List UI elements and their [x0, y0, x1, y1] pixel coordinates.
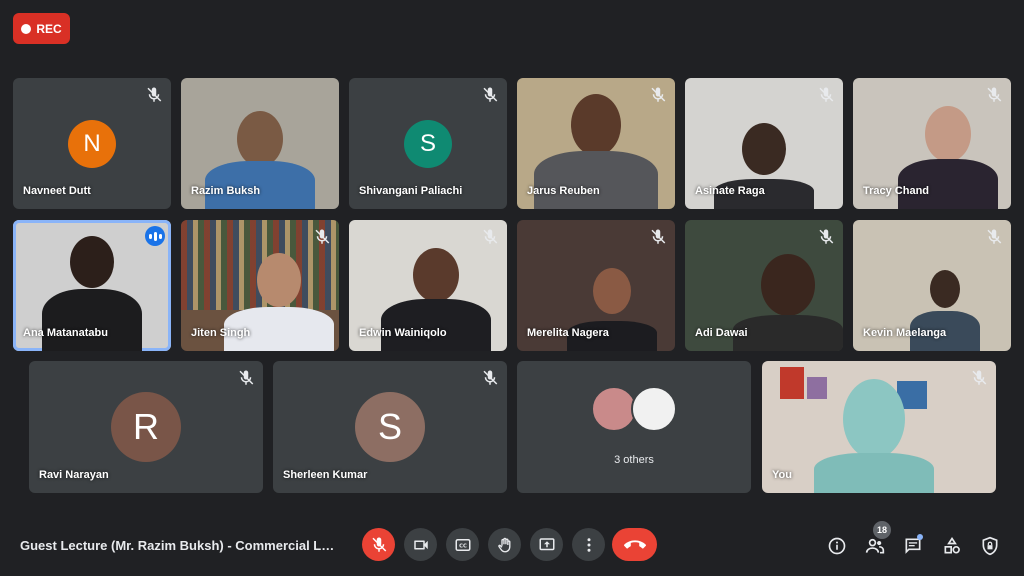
participant-name: Kevin Maelanga — [863, 327, 947, 339]
present-icon — [539, 537, 554, 550]
camera-button[interactable] — [404, 528, 437, 561]
shield-lock-icon — [982, 536, 998, 556]
others-tile[interactable]: 3 others — [517, 361, 751, 493]
activities-icon — [944, 536, 960, 554]
meeting-details-button[interactable] — [825, 534, 849, 558]
avatar: S — [355, 392, 425, 462]
participant-name: Razim Buksh — [191, 185, 261, 197]
avatar: S — [404, 120, 452, 168]
participant-name: Adi Dawai — [695, 327, 748, 339]
mic-off-icon — [651, 87, 666, 102]
raise-hand-button[interactable] — [488, 528, 521, 561]
recording-label: REC — [36, 21, 62, 36]
participant-name: Edwin Wainiqolo — [359, 327, 447, 339]
people-icon — [865, 538, 885, 554]
participant-tile-ravi[interactable]: R Ravi Narayan — [29, 361, 263, 493]
participant-name: Shivangani Paliachi — [359, 185, 463, 197]
mic-off-icon — [987, 229, 1002, 244]
participant-tile-kevin[interactable]: Kevin Maelanga — [853, 220, 1011, 351]
video-feed — [814, 375, 935, 493]
end-call-button[interactable] — [612, 528, 657, 561]
avatar: N — [68, 120, 116, 168]
participant-tile-shivangani[interactable]: S Shivangani Paliachi — [349, 78, 507, 209]
mic-off-icon — [819, 87, 834, 102]
bottom-bar: Guest Lecture (Mr. Razim Buksh) - Commer… — [0, 516, 1024, 576]
participant-name: Navneet Dutt — [23, 185, 91, 197]
chat-notification-dot — [917, 534, 923, 540]
participant-tile-jarus[interactable]: Jarus Reuben — [517, 78, 675, 209]
host-controls-button[interactable] — [978, 534, 1002, 558]
participant-name: Asinate Raga — [695, 185, 765, 197]
participant-tile-navneet[interactable]: N Navneet Dutt — [13, 78, 171, 209]
participant-count-badge: 18 — [873, 521, 891, 539]
meeting-title: Guest Lecture (Mr. Razim Buksh) - Commer… — [20, 538, 338, 553]
participant-tile-you[interactable]: You — [762, 361, 996, 493]
participant-tile-merelita[interactable]: Merelita Nagera — [517, 220, 675, 351]
participant-name: Jiten Singh — [191, 327, 251, 339]
mic-off-icon — [819, 229, 834, 244]
mic-off-icon — [239, 370, 254, 385]
participant-tile-asinate[interactable]: Asinate Raga — [685, 78, 843, 209]
present-button[interactable] — [530, 528, 563, 561]
participant-name: Sherleen Kumar — [283, 469, 368, 481]
participant-tile-sherleen[interactable]: S Sherleen Kumar — [273, 361, 507, 493]
microphone-button[interactable] — [362, 528, 395, 561]
others-label: 3 others — [614, 454, 654, 466]
more-options-icon — [587, 537, 590, 552]
recording-badge: REC — [13, 13, 70, 44]
mic-off-icon — [147, 87, 162, 102]
activities-button[interactable] — [940, 534, 964, 558]
avatar — [631, 386, 677, 432]
camera-icon — [413, 540, 428, 549]
mic-off-icon — [483, 229, 498, 244]
participant-name: Ana Matanatabu — [23, 327, 108, 339]
participant-name: Ravi Narayan — [39, 469, 109, 481]
participant-name: You — [772, 469, 792, 481]
record-dot-icon — [21, 23, 32, 34]
captions-icon: CC — [455, 538, 470, 551]
mic-off-icon — [315, 229, 330, 244]
microphone-off-icon — [371, 537, 386, 552]
mic-off-icon — [483, 370, 498, 385]
participant-tile-adi[interactable]: Adi Dawai — [685, 220, 843, 351]
speaking-indicator-icon — [145, 226, 165, 246]
info-icon — [828, 537, 846, 555]
participant-name: Merelita Nagera — [527, 327, 609, 339]
mic-off-icon — [483, 87, 498, 102]
participant-name: Jarus Reuben — [527, 185, 600, 197]
raise-hand-icon — [497, 537, 510, 552]
svg-text:CC: CC — [459, 543, 467, 549]
others-avatars — [591, 386, 677, 432]
participant-tile-jiten[interactable]: Jiten Singh — [181, 220, 339, 351]
participant-tile-tracy[interactable]: Tracy Chand — [853, 78, 1011, 209]
participant-tile-ana[interactable]: Ana Matanatabu — [13, 220, 171, 351]
end-call-icon — [623, 539, 646, 548]
mic-off-icon — [987, 87, 1002, 102]
participant-tile-edwin[interactable]: Edwin Wainiqolo — [349, 220, 507, 351]
participant-tile-razim[interactable]: Razim Buksh — [181, 78, 339, 209]
mic-off-icon — [651, 229, 666, 244]
avatar: R — [111, 392, 181, 462]
participant-name: Tracy Chand — [863, 185, 930, 197]
captions-button[interactable]: CC — [446, 528, 479, 561]
mic-off-icon — [972, 370, 987, 385]
more-options-button[interactable] — [572, 528, 605, 561]
